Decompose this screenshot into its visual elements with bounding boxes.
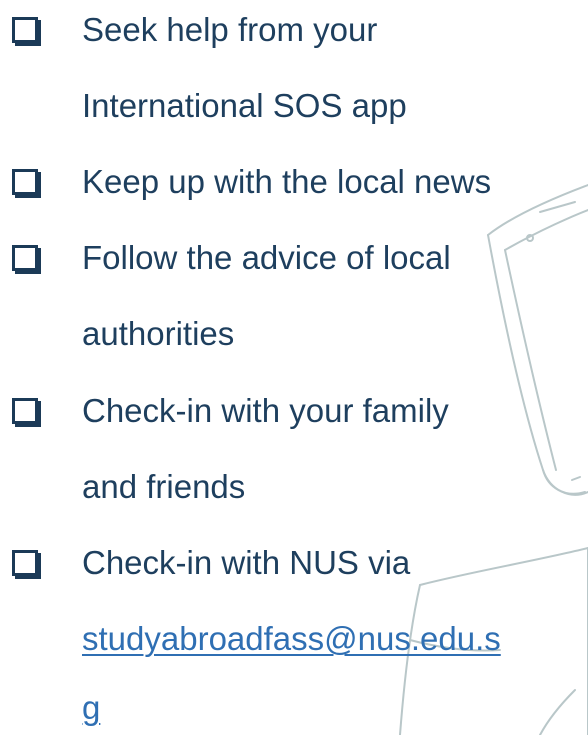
email-link[interactable]: studyabroadfass@nus.edu.s (82, 619, 501, 659)
checklist-item-text: authorities (82, 315, 235, 352)
checklist-item-text: Check-in with NUS via (82, 544, 411, 581)
checkbox-icon[interactable] (12, 245, 38, 271)
checkbox-icon[interactable] (12, 17, 38, 43)
checkbox-icon[interactable] (12, 398, 38, 424)
checklist-item-text: and friends (82, 468, 246, 505)
checklist-item-text: International SOS app (82, 87, 407, 124)
checklist-item-text: Keep up with the local news (82, 163, 492, 200)
checkbox-icon[interactable] (12, 169, 38, 195)
checklist-item-text: Follow the advice of local (82, 239, 451, 276)
checklist-item-text: Check-in with your family (82, 392, 449, 429)
checklist-item-text: Seek help from your (82, 11, 378, 48)
checkbox-icon[interactable] (12, 550, 38, 576)
checklist: Seek help from your International SOS ap… (0, 0, 588, 735)
email-link-continued[interactable]: g (82, 688, 100, 728)
